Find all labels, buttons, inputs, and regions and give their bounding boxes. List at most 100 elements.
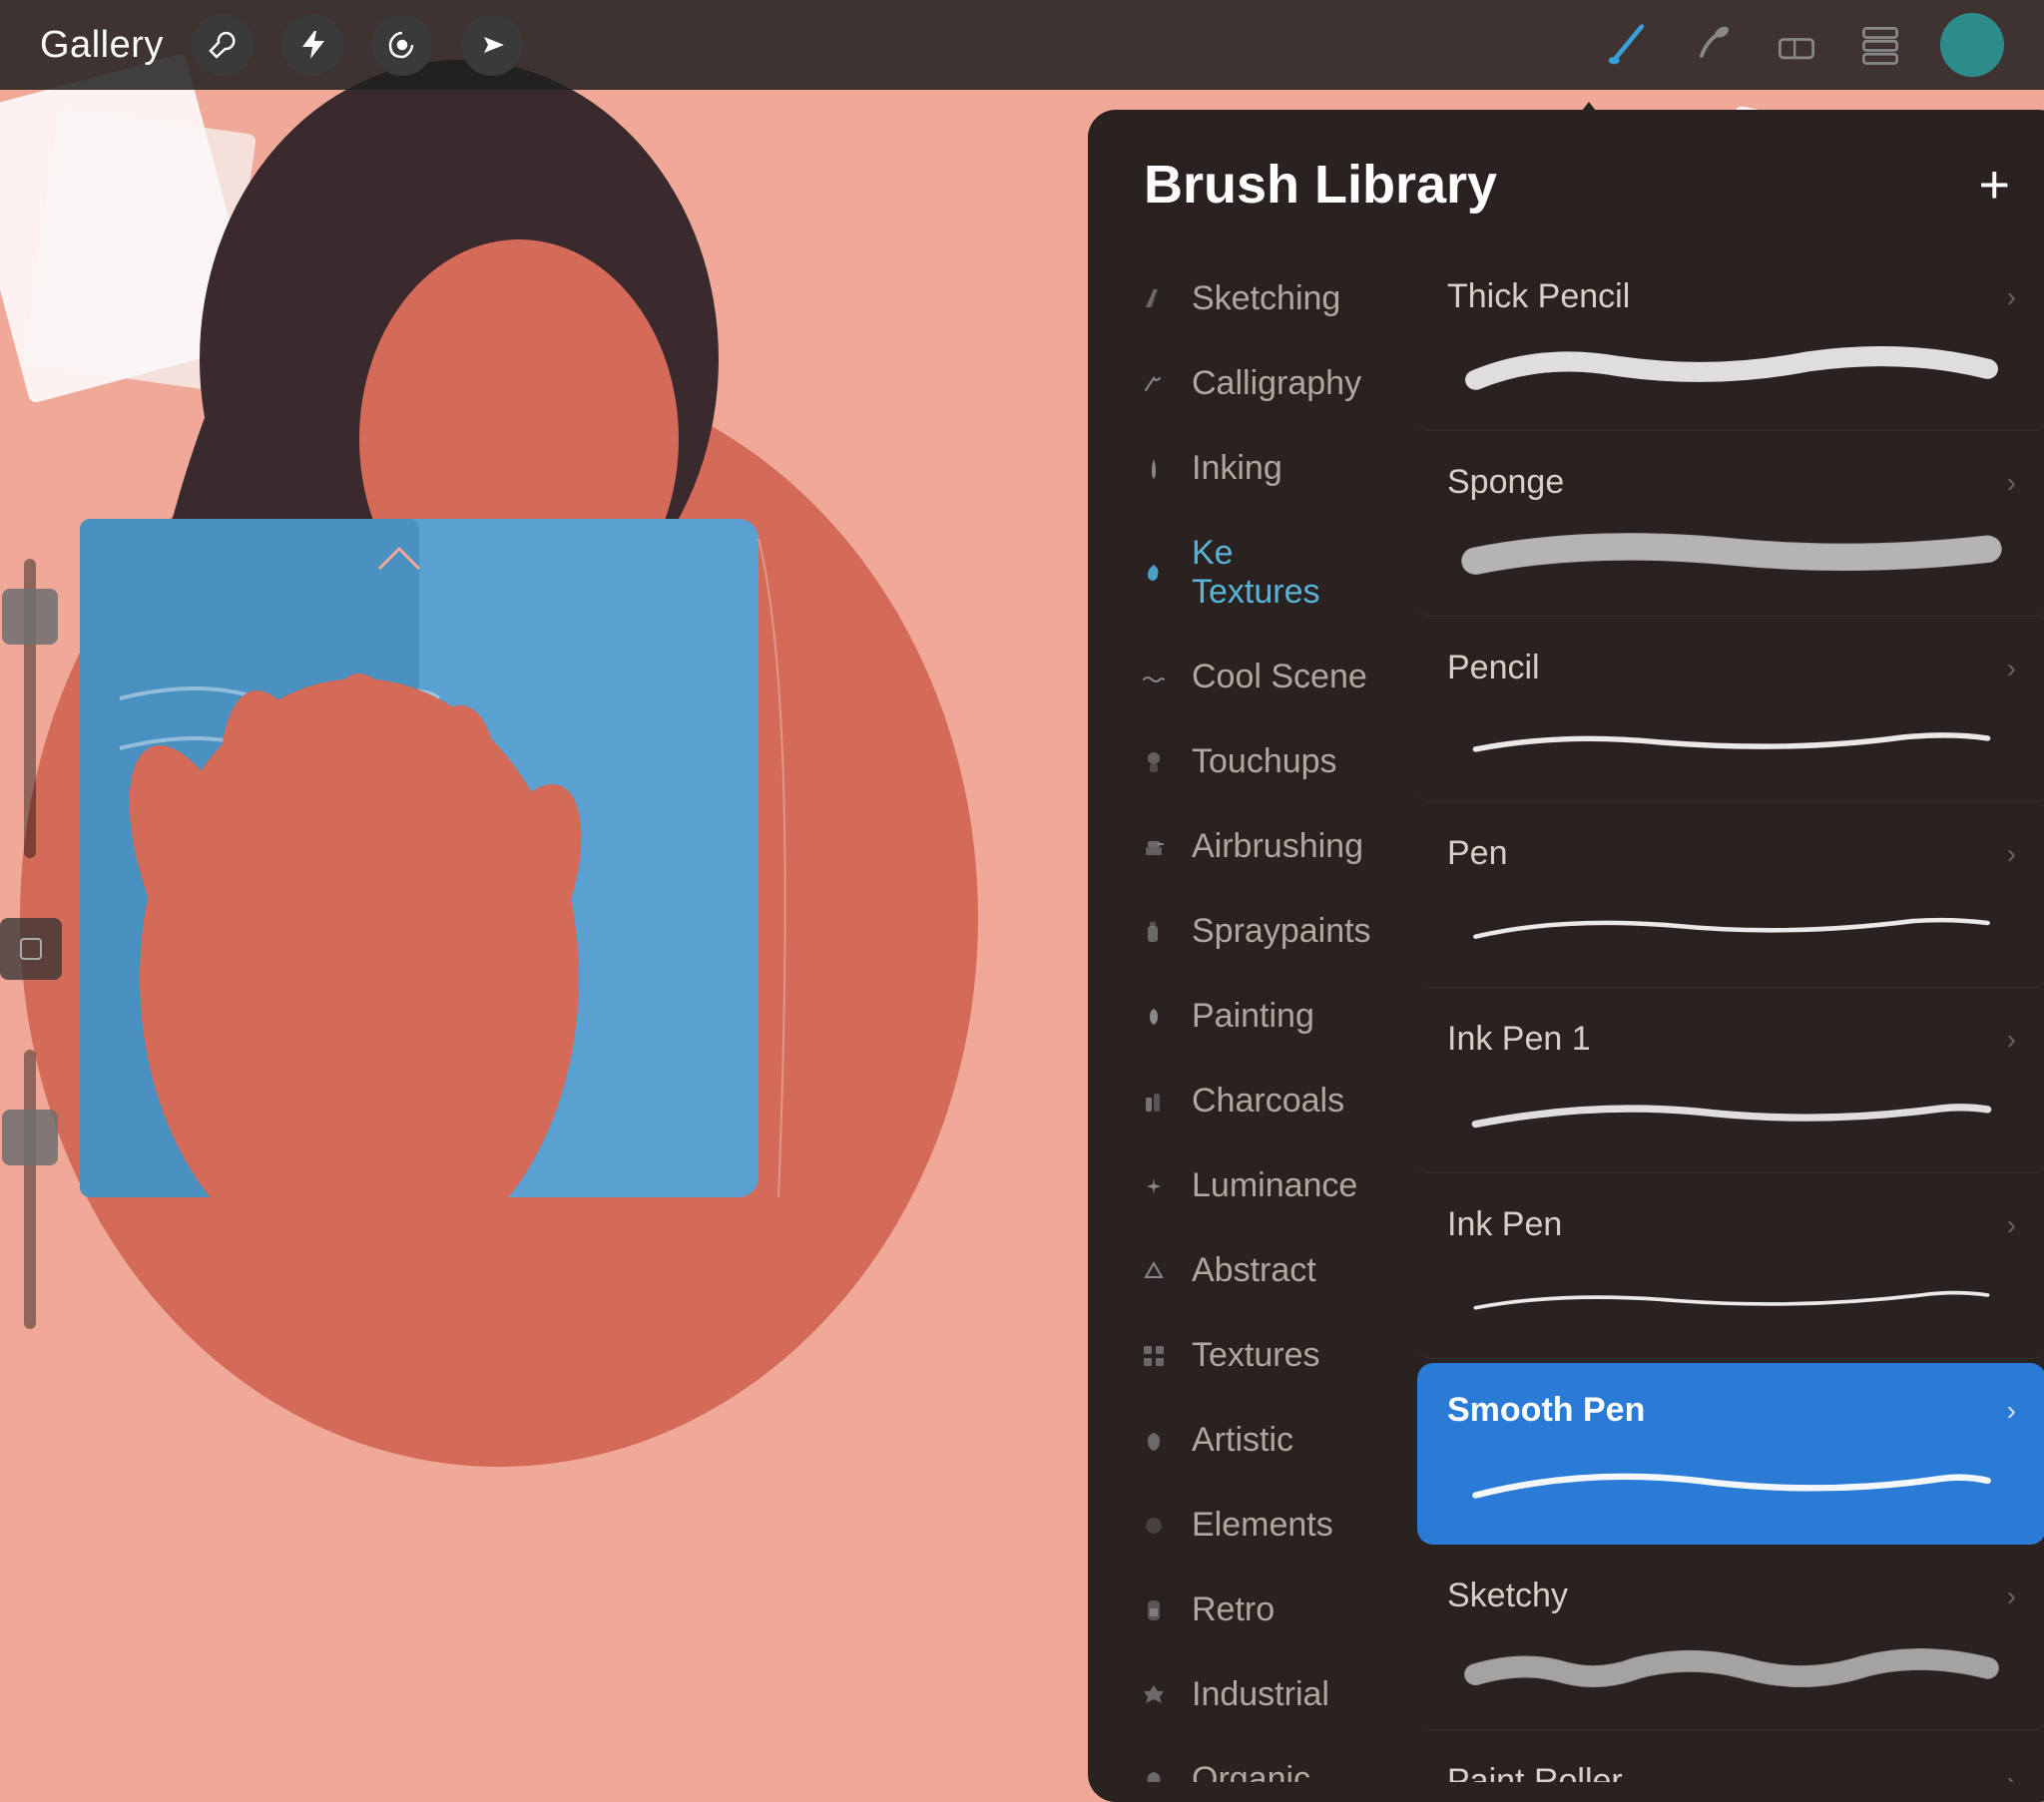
brush-preview [1447,701,2016,773]
brush-item-header: Sketchy › [1447,1577,2016,1615]
brush-item-header: Smooth Pen › [1447,1391,2016,1430]
luminance-icon [1136,1168,1172,1204]
brush-name: Paint Roller [1447,1762,1623,1782]
brush-chevron-icon: › [2007,838,2016,870]
brush-chevron-icon: › [2007,1209,2016,1241]
category-label-textures: Textures [1192,1336,1320,1375]
brush-item-header: Paint Roller › [1447,1762,2016,1782]
size-slider-track[interactable] [24,559,36,858]
category-label-industrial: Industrial [1192,1675,1329,1714]
arrow-button[interactable] [461,14,523,76]
sidebar-item-organic[interactable]: Organic [1096,1738,1399,1782]
brush-item-pen[interactable]: Pen › [1417,806,2044,988]
category-label-airbrushing: Airbrushing [1192,827,1363,866]
textures-icon [1136,1338,1172,1374]
brush-library-header: Brush Library + [1088,110,2044,245]
sidebar-item-touchups[interactable]: Touchups [1096,720,1399,803]
brush-item-sketchy[interactable]: Sketchy › [1417,1549,2044,1730]
sidebar-item-spraypaints[interactable]: Spraypaints [1096,890,1399,973]
brush-chevron-icon: › [2007,1395,2016,1427]
opacity-slider-thumb[interactable] [2,1110,58,1165]
lightning-button[interactable] [281,14,343,76]
category-label-inking: Inking [1192,449,1282,488]
sidebar-item-retro[interactable]: Retro [1096,1569,1399,1651]
brush-item-paint-roller[interactable]: Paint Roller › [1417,1734,2044,1782]
sidebar-item-painting[interactable]: Painting [1096,975,1399,1058]
category-label-artistic: Artistic [1192,1421,1293,1460]
category-label-touchups: Touchups [1192,742,1337,781]
inking-icon [1136,451,1172,487]
sidebar-item-ke-textures[interactable]: Ke Textures [1096,512,1399,634]
sidebar-item-textures[interactable]: Textures [1096,1314,1399,1397]
sidebar-item-industrial[interactable]: Industrial [1096,1653,1399,1736]
brush-library-panel: Brush Library + Sketching Calligraphy [1088,110,2044,1802]
category-label-spraypaints: Spraypaints [1192,912,1371,951]
wrench-button[interactable] [192,14,254,76]
brush-chevron-icon: › [2007,1580,2016,1612]
user-avatar[interactable] [1940,13,2004,77]
sidebar-item-calligraphy[interactable]: Calligraphy [1096,342,1399,425]
retro-icon [1136,1592,1172,1628]
category-label-painting: Painting [1192,997,1314,1036]
brush-chevron-icon: › [2007,653,2016,684]
smudge-tool-button[interactable] [1689,21,1737,69]
brush-name: Pen [1447,834,1508,873]
sidebar-item-airbrushing[interactable]: Airbrushing [1096,805,1399,888]
toolbar-left: Gallery [40,14,1605,76]
sidebar-item-charcoals[interactable]: Charcoals [1096,1060,1399,1142]
brush-preview [1447,330,2016,402]
calligraphy-icon [1136,366,1172,402]
sidebar-item-elements[interactable]: Elements [1096,1484,1399,1567]
brush-item-ink-pen-1[interactable]: Ink Pen 1 › [1417,992,2044,1173]
brush-name: Sponge [1447,463,1564,502]
touchups-icon [1136,744,1172,780]
brush-item-smooth-pen[interactable]: Smooth Pen › [1417,1363,2044,1545]
brush-item-header: Pencil › [1447,649,2016,687]
category-label-ke-textures: Ke Textures [1192,534,1369,612]
toolbar-right [1605,13,2004,77]
sidebar-item-luminance[interactable]: Luminance [1096,1144,1399,1227]
brush-name: Pencil [1447,649,1540,687]
brush-item-header: Sponge › [1447,463,2016,502]
layers-tool-button[interactable] [1856,21,1904,69]
sidebar-item-sketching[interactable]: Sketching [1096,257,1399,340]
brush-item-thick-pencil[interactable]: Thick Pencil › [1417,249,2044,431]
brush-panel-content: Sketching Calligraphy Inking Ke Textures [1088,245,2044,1782]
brush-item-ink-pen[interactable]: Ink Pen › [1417,1177,2044,1359]
sidebar-item-inking[interactable]: Inking [1096,427,1399,510]
cool-scene-icon [1136,660,1172,695]
category-label-charcoals: Charcoals [1192,1082,1344,1121]
brush-preview [1447,1629,2016,1701]
brush-preview [1447,887,2016,959]
eraser-tool-button[interactable] [1773,21,1820,69]
sidebar-item-abstract[interactable]: Abstract [1096,1229,1399,1312]
size-slider-thumb[interactable] [2,589,58,645]
sketching-icon [1136,281,1172,317]
brush-name: Ink Pen 1 [1447,1020,1591,1059]
brush-preview [1447,1073,2016,1144]
color-swatch-button[interactable] [0,918,62,980]
gallery-label[interactable]: Gallery [40,24,164,67]
add-brush-button[interactable]: + [1978,158,2010,212]
abstract-icon [1136,1253,1172,1289]
brush-item-header: Ink Pen 1 › [1447,1020,2016,1059]
sketch-button[interactable] [371,14,433,76]
sidebar-item-artistic[interactable]: Artistic [1096,1399,1399,1482]
brush-item-pencil[interactable]: Pencil › [1417,621,2044,802]
brush-item-header: Pen › [1447,834,2016,873]
organic-icon [1136,1762,1172,1783]
brush-chevron-icon: › [2007,281,2016,313]
opacity-slider-track[interactable] [24,1050,36,1329]
brush-name: Sketchy [1447,1577,1568,1615]
category-label-elements: Elements [1192,1506,1333,1545]
category-label-cool-scene: Cool Scene [1192,658,1367,696]
brush-chevron-icon: › [2007,1024,2016,1056]
painting-icon [1136,999,1172,1035]
brush-item-header: Thick Pencil › [1447,277,2016,316]
spraypaints-icon [1136,914,1172,950]
brush-tool-button[interactable] [1605,21,1653,69]
sidebar-item-cool-scene[interactable]: Cool Scene [1096,636,1399,718]
brush-library-title: Brush Library [1144,154,1497,216]
brush-name: Smooth Pen [1447,1391,1645,1430]
brush-item-sponge[interactable]: Sponge › [1417,435,2044,617]
